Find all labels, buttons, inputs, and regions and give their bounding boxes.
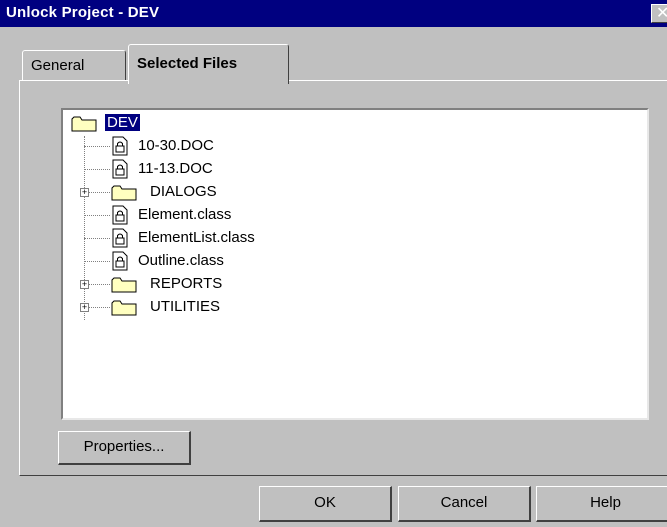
close-button[interactable]: ✕ — [651, 4, 667, 23]
window-title: Unlock Project - DEV — [6, 4, 160, 21]
expand-icon[interactable]: + — [80, 303, 89, 312]
tree-root[interactable]: DEV — [71, 112, 271, 134]
tree-item-label: 11-13.DOC — [138, 160, 213, 177]
tree-item-outline-class[interactable]: Outline.class — [84, 250, 384, 272]
tab-general[interactable]: General — [22, 50, 126, 81]
tree-connector — [84, 215, 110, 216]
tree-item-reports[interactable]: + REPORTS — [80, 273, 384, 295]
properties-button[interactable]: Properties... — [58, 431, 191, 465]
tree-item-label: ElementList.class — [138, 229, 255, 246]
tree-root-label: DEV — [105, 114, 140, 131]
tree-connector — [84, 169, 110, 170]
locked-file-icon — [112, 251, 128, 271]
tree-connector — [84, 261, 110, 262]
locked-file-icon — [112, 228, 128, 248]
file-tree[interactable]: DEV 10-30.DOC 11-13.DOC + DIALOGS Elemen… — [61, 108, 649, 420]
folder-icon — [111, 300, 137, 316]
tree-item-elementlist-class[interactable]: ElementList.class — [84, 227, 384, 249]
tab-general-label: General — [31, 57, 85, 74]
locked-file-icon — [112, 136, 128, 156]
tree-item-label: Outline.class — [138, 252, 224, 269]
ok-button[interactable]: OK — [259, 486, 392, 522]
tab-selected-files-label: Selected Files — [137, 55, 238, 72]
tree-item-10-30-doc[interactable]: 10-30.DOC — [84, 135, 384, 157]
tree-item-label: Element.class — [138, 206, 232, 223]
tree-item-label: UTILITIES — [150, 298, 221, 315]
tree-item-11-13-doc[interactable]: 11-13.DOC — [84, 158, 384, 180]
cancel-button[interactable]: Cancel — [398, 486, 531, 522]
folder-icon — [71, 116, 97, 132]
title-bar: Unlock Project - DEV ✕ — [0, 0, 667, 27]
help-button[interactable]: Help — [536, 486, 667, 522]
close-icon: ✕ — [656, 5, 667, 22]
tree-item-dialogs[interactable]: + DIALOGS — [80, 181, 384, 203]
tree-connector — [84, 238, 110, 239]
folder-icon — [111, 185, 137, 201]
tab-selected-files[interactable]: Selected Files — [128, 44, 289, 84]
tree-item-utilities[interactable]: + UTILITIES — [80, 296, 384, 318]
folder-icon — [111, 277, 137, 293]
tree-connector — [84, 146, 110, 147]
expand-icon[interactable]: + — [80, 280, 89, 289]
locked-file-icon — [112, 159, 128, 179]
locked-file-icon — [112, 205, 128, 225]
tree-item-label: 10-30.DOC — [138, 137, 214, 154]
tree-item-label: REPORTS — [150, 275, 223, 292]
tree-item-label: DIALOGS — [150, 183, 217, 200]
tree-item-element-class[interactable]: Element.class — [84, 204, 384, 226]
expand-icon[interactable]: + — [80, 188, 89, 197]
